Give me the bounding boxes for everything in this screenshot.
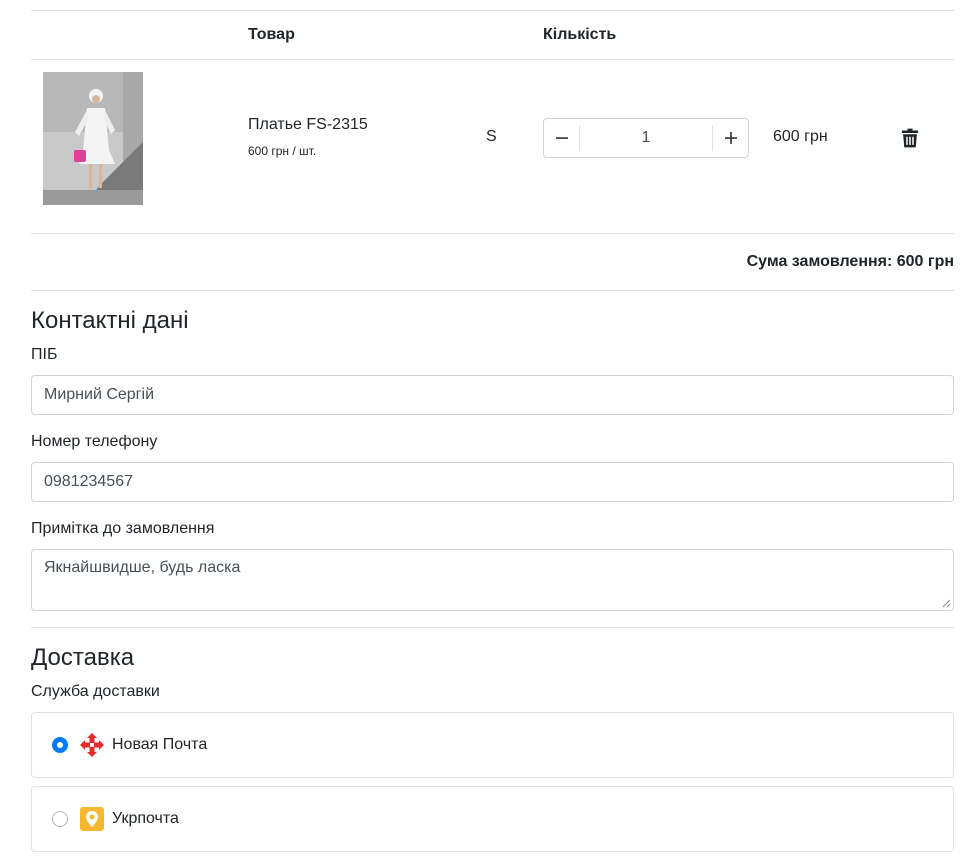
ukrposhta-logo-icon (79, 806, 105, 832)
decrease-quantity-button[interactable] (544, 119, 579, 157)
phone-input[interactable]: 0981234567 (31, 462, 954, 502)
radio-unselected[interactable] (52, 811, 68, 827)
divider (31, 627, 954, 628)
order-sum: Сума замовлення: 600 грн (746, 253, 954, 270)
delivery-option-label: Укрпочта (112, 810, 179, 827)
trash-icon (901, 128, 919, 148)
delivery-option-label: Новая Почта (112, 736, 208, 753)
plus-icon (724, 132, 737, 144)
divider (31, 290, 954, 291)
delivery-option-ukrposhta[interactable]: Укрпочта (31, 786, 954, 852)
delivery-option-nova-poshta[interactable]: Новая Почта (31, 712, 954, 778)
name-input[interactable]: Мирний Сергій (31, 375, 954, 415)
contact-section-title: Контактні дані (31, 307, 189, 334)
phone-label: Номер телефону (31, 433, 158, 450)
nova-poshta-logo-icon (79, 732, 105, 758)
minus-icon (555, 137, 568, 139)
delete-item-button[interactable] (901, 128, 919, 148)
column-header-product: Товар (248, 26, 295, 43)
checkout-page: Товар Кількість Платье FS-2315 600 грн /… (0, 0, 980, 860)
note-label: Примітка до замовлення (31, 520, 215, 537)
delivery-service-label: Служба доставки (31, 683, 160, 700)
product-unit-price: 600 грн / шт. (248, 144, 317, 158)
note-text: Якнайшвидше, будь ласка (44, 559, 241, 576)
increase-quantity-button[interactable] (713, 119, 748, 157)
divider (31, 10, 954, 11)
delivery-section-title: Доставка (31, 644, 135, 671)
divider (31, 233, 954, 234)
quantity-input[interactable]: 1 (580, 129, 712, 147)
product-image[interactable] (43, 72, 143, 205)
divider (31, 59, 954, 60)
name-label: ПІБ (31, 346, 58, 363)
column-header-quantity: Кількість (543, 26, 617, 43)
note-textarea[interactable]: Якнайшвидше, будь ласка (31, 549, 954, 611)
product-size: S (486, 128, 497, 145)
radio-selected[interactable] (52, 737, 68, 753)
resize-handle-icon[interactable] (942, 599, 951, 608)
product-name[interactable]: Платье FS-2315 (248, 116, 368, 134)
product-photo (43, 72, 143, 205)
product-total: 600 грн (773, 128, 828, 145)
quantity-stepper: 1 (543, 118, 749, 158)
